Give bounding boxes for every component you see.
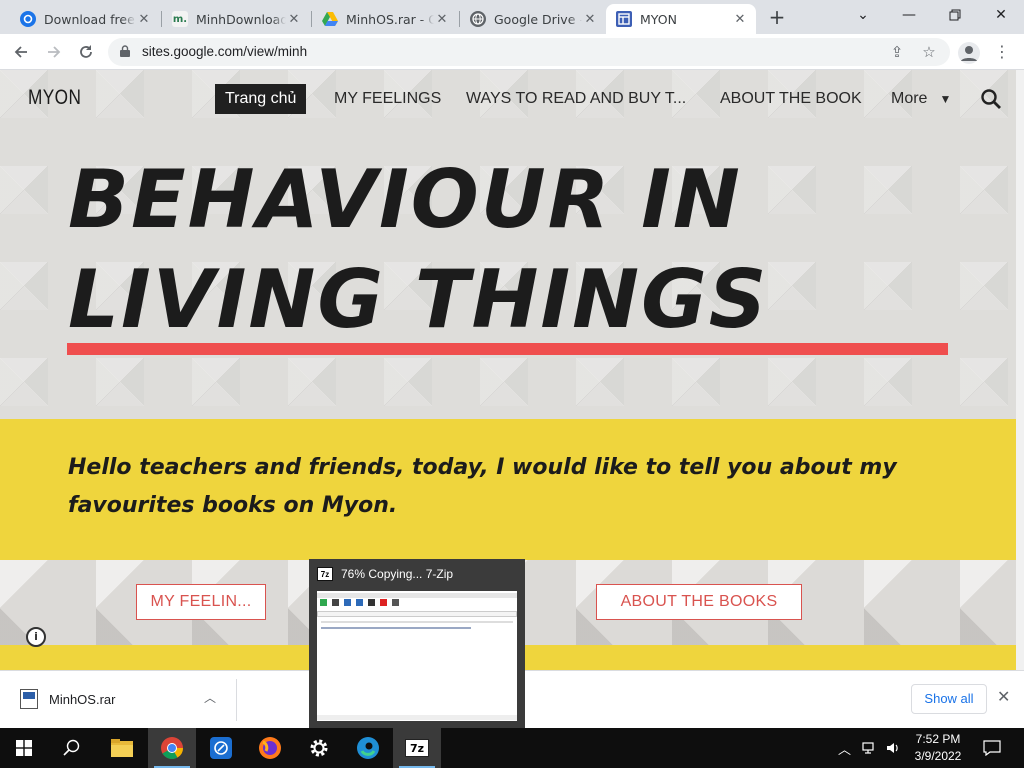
chevron-up-icon[interactable]: ︿	[204, 689, 216, 706]
nav-my-feelings[interactable]: MY FEELINGS	[324, 84, 451, 114]
close-shelf-icon[interactable]: ✕	[997, 687, 1010, 706]
download-file-name[interactable]: MinhOS.rar	[49, 692, 115, 707]
tab-search-icon[interactable]: ⌄	[840, 0, 886, 30]
google-sites-icon	[616, 11, 632, 27]
7zip-icon: 7z	[317, 567, 333, 581]
preview-thumbnail	[317, 591, 517, 721]
chevron-down-icon: ▼	[939, 92, 952, 106]
7zip-taskbar-icon[interactable]: 7z	[393, 728, 441, 768]
tab-title: Download free r	[44, 11, 136, 27]
thumb-menubar	[317, 593, 517, 598]
clock-date: 3/9/2022	[914, 749, 962, 763]
thumb-statusbar	[317, 715, 517, 720]
browser-tab-2[interactable]: m. MinhDownload ✕	[162, 4, 310, 34]
minimize-button[interactable]: —	[886, 0, 932, 30]
tab-title: MinhDownload	[196, 11, 286, 27]
taskbar-window-preview[interactable]: 7z 76% Copying... 7-Zip	[309, 559, 525, 728]
page-title-line-1: BEHAVIOUR IN	[68, 153, 742, 246]
tab-title: MYON	[640, 11, 677, 27]
close-tab-icon[interactable]: ✕	[286, 12, 302, 27]
intro-text: Hello teachers and friends, today, I wou…	[68, 455, 897, 518]
forward-arrow-icon[interactable]	[42, 40, 66, 64]
close-tab-icon[interactable]: ✕	[582, 12, 598, 27]
edge-icon[interactable]	[344, 728, 392, 768]
nav-about-the-book[interactable]: ABOUT THE BOOK	[710, 84, 872, 114]
nav-ways-to-read[interactable]: WAYS TO READ AND BUY T...	[456, 84, 696, 114]
thumb-header-row	[321, 621, 513, 623]
google-drive-icon	[322, 11, 338, 27]
windows-start-icon[interactable]	[0, 728, 48, 768]
nav-more-label: More	[891, 90, 928, 107]
rar-file-icon	[20, 689, 38, 709]
page-title: BEHAVIOUR IN LIVING THINGS	[68, 150, 768, 350]
site-logo[interactable]: MYON	[28, 86, 81, 110]
globe-icon	[470, 11, 486, 27]
close-tab-icon[interactable]: ✕	[434, 12, 450, 27]
browser-tab-4[interactable]: Google Drive - Đ ✕	[460, 4, 606, 34]
profile-avatar-icon[interactable]	[958, 42, 980, 64]
tab-strip: Download free r ✕ m. MinhDownload ✕ Minh…	[0, 0, 1024, 34]
preview-title: 76% Copying... 7-Zip	[341, 567, 454, 581]
show-hidden-icons[interactable]: ︿	[838, 728, 851, 768]
page-title-line-2: LIVING THINGS	[68, 253, 769, 346]
browser-tab-3[interactable]: MinhOS.rar - Go ✕	[312, 4, 458, 34]
7zip-icon-label: 7z	[405, 739, 429, 757]
share-icon[interactable]: ⇪	[888, 43, 906, 61]
site-navigation: MYON Trang chủ MY FEELINGS WAYS TO READ …	[0, 70, 1016, 128]
browser-tab-5-active[interactable]: MYON ✕	[606, 4, 756, 34]
firefox-icon[interactable]	[246, 728, 294, 768]
browser-toolbar: sites.google.com/view/minh ⇪ ☆ ⋮	[0, 34, 1024, 70]
restore-button[interactable]	[932, 0, 978, 30]
show-all-button[interactable]: Show all	[911, 684, 987, 714]
nav-home[interactable]: Trang chủ	[215, 84, 307, 114]
thumb-file-row	[321, 627, 471, 629]
browser-tab-1[interactable]: Download free r ✕	[10, 4, 160, 34]
lock-icon	[120, 45, 130, 57]
shelf-divider	[236, 679, 237, 721]
address-bar[interactable]: sites.google.com/view/minh ⇪ ☆	[108, 38, 950, 66]
url-text: sites.google.com/view/minh	[142, 44, 308, 59]
intro-section: Hello teachers and friends, today, I wou…	[0, 419, 1016, 560]
browser-menu-icon[interactable]: ⋮	[994, 42, 1010, 64]
new-tab-button[interactable]: +	[766, 6, 788, 28]
clock-time: 7:52 PM	[915, 732, 961, 746]
reload-icon[interactable]	[74, 40, 98, 64]
search-icon[interactable]	[980, 88, 1002, 110]
chrome-icon[interactable]	[148, 728, 196, 768]
remote-app-icon[interactable]	[197, 728, 245, 768]
close-tab-icon[interactable]: ✕	[136, 12, 152, 27]
close-tab-icon[interactable]: ✕	[732, 12, 748, 27]
title-underline-divider	[67, 343, 948, 355]
about-the-books-button[interactable]: ABOUT THE BOOKS	[596, 584, 802, 620]
edge-blue-icon	[20, 11, 36, 27]
tab-title: Google Drive - Đ	[494, 11, 582, 27]
network-icon[interactable]	[862, 728, 878, 768]
back-arrow-icon[interactable]	[9, 40, 33, 64]
settings-gear-icon[interactable]	[295, 728, 343, 768]
search-icon[interactable]	[48, 728, 96, 768]
info-icon[interactable]: i	[26, 627, 46, 647]
taskbar-clock[interactable]: 7:52 PM 3/9/2022	[898, 731, 978, 765]
thumb-path-bar	[317, 611, 517, 617]
my-feelings-button[interactable]: MY FEELIN...	[136, 584, 266, 620]
file-explorer-icon[interactable]	[98, 728, 146, 768]
thumb-toolbar	[320, 599, 440, 607]
windows-taskbar: 7z ︿ 7:52 PM 3/9/2022	[0, 728, 1024, 768]
preview-title-bar: 7z 76% Copying... 7-Zip	[317, 567, 453, 581]
bookmark-star-icon[interactable]: ☆	[920, 43, 938, 61]
notification-center-icon[interactable]	[983, 728, 1001, 768]
page-scrollbar[interactable]	[1016, 70, 1024, 670]
m-site-icon: m.	[172, 11, 188, 27]
tab-title: MinhOS.rar - Go	[346, 11, 434, 27]
close-window-button[interactable]: ✕	[978, 0, 1024, 30]
nav-more[interactable]: More ▼	[881, 84, 961, 114]
